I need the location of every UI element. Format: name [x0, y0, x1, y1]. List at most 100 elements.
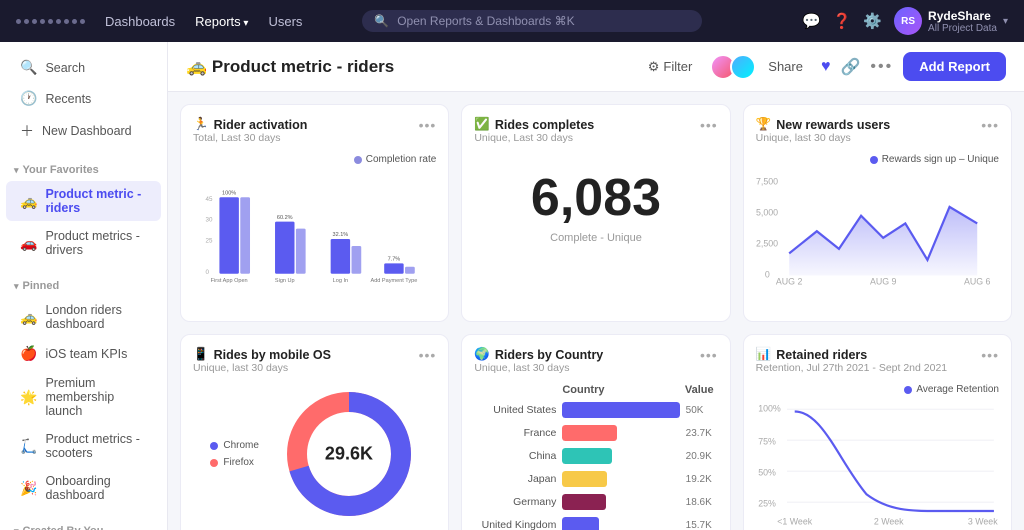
chrome-label: Chrome: [223, 440, 259, 451]
country-rows: United States 50K France 23.7K China 20.…: [474, 402, 717, 530]
svg-text:7.7%: 7.7%: [388, 257, 401, 263]
sidebar-item-onboarding[interactable]: 🎉 Onboarding dashboard: [6, 468, 161, 508]
filter-button[interactable]: ⚙ Filter: [640, 55, 701, 79]
svg-text:45: 45: [206, 196, 213, 203]
chat-icon[interactable]: 💬: [802, 12, 821, 30]
add-report-button[interactable]: Add Report: [903, 52, 1006, 81]
card-subtitle: Total, Last 30 days: [193, 132, 307, 144]
svg-text:75%: 75%: [758, 437, 776, 447]
country-row: Germany 18.6K: [474, 494, 717, 510]
svg-text:3 Week: 3 Week: [968, 516, 998, 526]
country-bar: [562, 402, 679, 418]
svg-text:0: 0: [206, 269, 210, 276]
svg-text:5,000: 5,000: [756, 208, 778, 218]
sidebar-item-label: London riders dashboard: [45, 303, 147, 331]
share-label: Share: [768, 59, 803, 74]
sidebar-recents[interactable]: 🕐 Recents: [6, 84, 161, 113]
chevron-down-icon: ▾: [1003, 16, 1008, 27]
firefox-label: Firefox: [223, 457, 254, 468]
card-subtitle: Unique, last 30 days: [474, 362, 603, 374]
card-title-text: Retained riders: [776, 348, 867, 362]
search-placeholder-text: Open Reports & Dashboards ⌘K: [397, 14, 574, 28]
svg-text:50%: 50%: [758, 468, 776, 478]
chevron-icon: ▾: [14, 165, 19, 176]
country-row: France 23.7K: [474, 425, 717, 441]
card-menu-button[interactable]: •••: [700, 117, 718, 133]
firefox-dot: [210, 459, 218, 467]
settings-icon[interactable]: ⚙️: [863, 12, 882, 30]
card-subtitle: Unique, Last 30 days: [474, 132, 594, 144]
sidebar-item-membership[interactable]: 🌟 Premium membership launch: [6, 370, 161, 424]
user-menu[interactable]: RS RydeShare All Project Data ▾: [894, 7, 1008, 35]
favorite-button[interactable]: ♥: [821, 58, 831, 76]
nav-dashboards[interactable]: Dashboards: [105, 14, 175, 29]
sidebar-item-product-metric-riders[interactable]: 🚕 Product metric - riders: [6, 181, 161, 221]
dashboard-grid: 🏃 Rider activation Total, Last 30 days •…: [168, 92, 1024, 530]
app-dots-icon[interactable]: [16, 19, 85, 24]
svg-text:AUG 9: AUG 9: [870, 276, 897, 286]
sidebar-created-section: ▾ Created By You: [0, 517, 167, 530]
country-row: Japan 19.2K: [474, 471, 717, 487]
card-icon: 🏆: [756, 117, 772, 132]
sidebar-item-london-riders[interactable]: 🚕 London riders dashboard: [6, 297, 161, 337]
svg-text:30: 30: [206, 217, 213, 224]
svg-text:25%: 25%: [758, 499, 776, 509]
rider-activation-card: 🏃 Rider activation Total, Last 30 days •…: [180, 104, 449, 322]
chrome-dot: [210, 442, 218, 450]
help-icon[interactable]: ❓: [833, 12, 852, 30]
svg-text:32.1%: 32.1%: [333, 232, 349, 238]
card-icon: 🌍: [474, 347, 490, 362]
country-row: United Kingdom 15.7K: [474, 517, 717, 530]
bar-chart: Completion rate 45 30 25 0 100% First Ap…: [193, 154, 436, 309]
card-title-text: New rewards users: [776, 118, 890, 132]
card-menu-button[interactable]: •••: [419, 347, 437, 363]
user-project: All Project Data: [928, 23, 997, 34]
clock-icon: 🕐: [20, 90, 37, 107]
sidebar-item-product-metrics-drivers[interactable]: 🚗 Product metrics - drivers: [6, 223, 161, 263]
retained-riders-card: 📊 Retained riders Retention, Jul 27th 20…: [743, 334, 1012, 530]
svg-text:First App Open: First App Open: [211, 278, 248, 284]
sidebar-new-dashboard[interactable]: ＋ New Dashboard: [6, 115, 161, 147]
card-subtitle: Unique, last 30 days: [193, 362, 331, 374]
rides-completes-card: ✅ Rides completes Unique, Last 30 days •…: [461, 104, 730, 322]
more-options-button[interactable]: •••: [870, 58, 893, 76]
global-search[interactable]: 🔍 Open Reports & Dashboards ⌘K: [362, 10, 702, 32]
sidebar-item-label: Onboarding dashboard: [45, 474, 147, 502]
svg-text:7,500: 7,500: [756, 177, 778, 187]
share-button[interactable]: Share: [760, 55, 811, 78]
svg-text:Sign Up: Sign Up: [275, 278, 295, 284]
card-menu-button[interactable]: •••: [419, 117, 437, 133]
legend-item-firefox: Firefox: [210, 457, 259, 468]
card-menu-button[interactable]: •••: [981, 117, 999, 133]
rewards-legend-label: Rewards sign up – Unique: [882, 154, 999, 165]
value-col-header: Value: [685, 384, 714, 396]
sidebar-item-label: Product metrics - scooters: [45, 432, 147, 460]
legend-label: Completion rate: [366, 154, 437, 165]
svg-text:100%: 100%: [222, 191, 236, 197]
big-number: 6,083: [474, 172, 717, 224]
card-menu-button[interactable]: •••: [700, 347, 718, 363]
donut-center-value: 29.6K: [325, 444, 373, 464]
donut-area: Chrome Firefox 29.6K: [193, 384, 436, 524]
sidebar-item-label: Product metrics - drivers: [45, 229, 147, 257]
rewards-chart: 7,500 5,000 2,500 0 AUG 2 AUG 9 AUG 6: [756, 169, 999, 289]
link-button[interactable]: 🔗: [840, 57, 860, 77]
svg-text:2 Week: 2 Week: [873, 516, 903, 526]
header-actions: ⚙ Filter Share ♥ 🔗 ••• Add Report: [640, 52, 1006, 81]
country-bar: [562, 448, 679, 464]
card-subtitle: Retention, Jul 27th 2021 - Sept 2nd 2021: [756, 362, 947, 374]
donut-chart: 29.6K: [279, 384, 419, 524]
sidebar-pinned-section: ▾ Pinned: [0, 272, 167, 296]
sidebar-item-scooters[interactable]: 🛴 Product metrics - scooters: [6, 426, 161, 466]
retention-legend-label: Average Retention: [916, 384, 999, 395]
sidebar-item-label: Premium membership launch: [45, 376, 147, 418]
sidebar-search[interactable]: 🔍 Search: [6, 53, 161, 82]
card-menu-button[interactable]: •••: [981, 347, 999, 363]
nav-reports[interactable]: Reports: [195, 14, 248, 29]
nav-users[interactable]: Users: [268, 14, 302, 29]
svg-text:Add Payment Type: Add Payment Type: [371, 278, 418, 284]
avatar: [730, 54, 756, 80]
sidebar-item-ios-kpis[interactable]: 🍎 iOS team KPIs: [6, 339, 161, 368]
plus-icon: ＋: [20, 121, 34, 141]
card-title-text: Rides by mobile OS: [214, 348, 331, 362]
